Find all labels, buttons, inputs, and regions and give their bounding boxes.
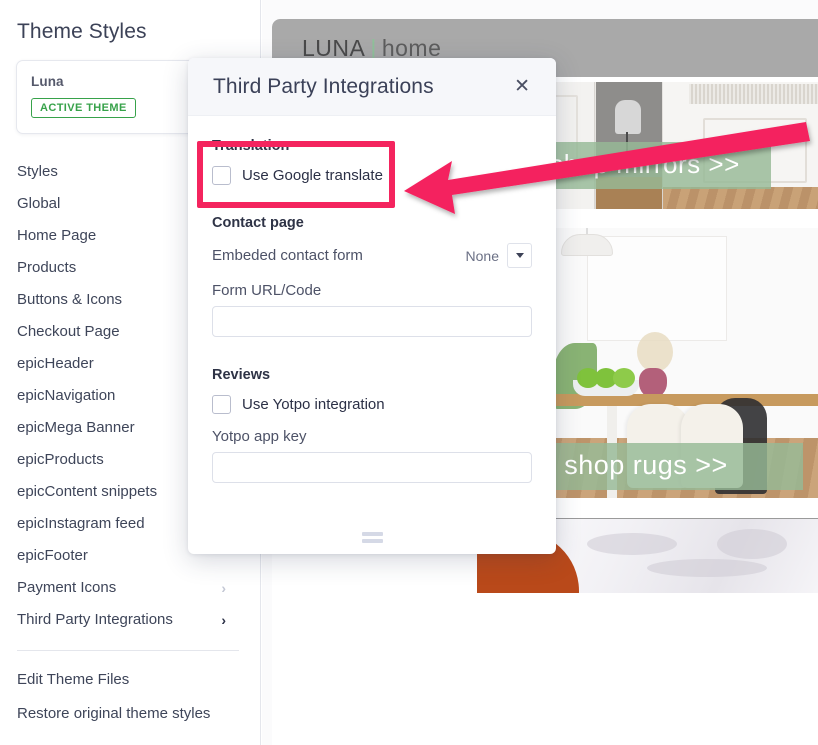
section-heading-translation: Translation — [212, 138, 290, 154]
sidebar-item-label: epicInstagram feed — [17, 515, 145, 532]
sidebar-item-payment-icons[interactable]: Payment Icons › — [16, 572, 244, 604]
sidebar-item-label: epicFooter — [17, 547, 88, 564]
sale-badge-label: 20-30% — [477, 591, 570, 593]
modal-body: Translation Use Google translate Contact… — [188, 116, 556, 483]
sidebar-item-edit-theme-files[interactable]: Edit Theme Files — [16, 663, 244, 697]
embeded-contact-form-select[interactable]: None — [466, 243, 532, 268]
decor-towel-fold — [587, 533, 677, 555]
decor-pendant-lamp — [561, 234, 613, 256]
store-logo-divider: | — [370, 34, 377, 61]
use-google-translate-checkbox[interactable] — [212, 166, 231, 185]
resize-handle-bar — [361, 539, 383, 543]
sidebar-item-label: epicHeader — [17, 355, 94, 372]
app-root: Theme Styles Luna ACTIVE THEME Styles Gl… — [0, 0, 818, 745]
sidebar-item-label: Home Page — [17, 227, 97, 244]
use-google-translate-label: Use Google translate — [242, 167, 383, 184]
page-title: Theme Styles — [17, 20, 147, 43]
sidebar-divider — [17, 650, 239, 651]
modal-title: Third Party Integrations — [213, 74, 434, 98]
sidebar-item-label: epicProducts — [17, 451, 104, 468]
third-party-integrations-modal: Third Party Integrations ✕ Translation U… — [188, 58, 556, 554]
yotpo-integration-row[interactable]: Use Yotpo integration — [212, 395, 532, 414]
sidebar-footer-nav: Edit Theme Files Restore original theme … — [16, 663, 244, 731]
section-heading-contact-page: Contact page — [212, 215, 304, 231]
embeded-contact-form-label: Embeded contact form — [212, 247, 363, 264]
modal-header: Third Party Integrations ✕ — [188, 58, 556, 116]
decor-towel-fold — [647, 559, 767, 577]
decor-chair — [615, 100, 641, 134]
sidebar-item-label: Restore original theme styles — [17, 705, 211, 722]
use-yotpo-integration-label: Use Yotpo integration — [242, 396, 385, 413]
sidebar-item-label: epicNavigation — [17, 387, 116, 404]
yotpo-app-key-input[interactable] — [212, 452, 532, 483]
use-yotpo-integration-checkbox[interactable] — [212, 395, 231, 414]
embeded-contact-form-row: Embeded contact form None — [212, 243, 532, 268]
sidebar-item-third-party-integrations[interactable]: Third Party Integrations › — [16, 604, 244, 636]
decor-towel-fold — [717, 529, 787, 559]
sidebar-item-label: Edit Theme Files — [17, 671, 130, 688]
sidebar-item-label: Payment Icons — [17, 579, 117, 596]
sidebar-item-label: Third Party Integrations — [17, 611, 173, 628]
decor-apple — [613, 368, 635, 388]
store-logo-main: LUNA — [302, 34, 366, 61]
form-url-label: Form URL/Code — [212, 282, 322, 299]
sidebar-item-label: Products — [17, 259, 77, 276]
chevron-right-icon: › — [221, 612, 226, 628]
chevron-right-icon: › — [221, 580, 226, 596]
embeded-contact-form-value: None — [465, 247, 499, 264]
sidebar-item-label: epicMega Banner — [17, 419, 135, 436]
sidebar-item-label: Buttons & Icons — [17, 291, 123, 308]
modal-resize-handle[interactable] — [188, 532, 556, 543]
decor-dried-stems — [637, 332, 673, 372]
chevron-down-icon[interactable] — [507, 243, 532, 268]
status-badge: ACTIVE THEME — [31, 98, 136, 118]
sidebar-item-label: Styles — [17, 163, 58, 180]
decor-fluted-trim — [689, 84, 818, 104]
sidebar-item-label: epicContent snippets — [17, 483, 158, 500]
section-heading-reviews: Reviews — [212, 367, 271, 383]
form-url-input[interactable] — [212, 306, 532, 337]
sidebar-item-label: Global — [17, 195, 61, 212]
sidebar-item-label: Checkout Page — [17, 323, 120, 340]
sidebar-item-restore-original-theme-styles[interactable]: Restore original theme styles — [16, 697, 244, 731]
google-translate-row[interactable]: Use Google translate — [212, 166, 532, 185]
close-icon[interactable]: ✕ — [506, 71, 538, 102]
decor-floor-right — [663, 187, 818, 209]
banner-cta-label[interactable]: shop mirrors >> — [519, 142, 771, 189]
yotpo-app-key-label: Yotpo app key — [212, 428, 307, 445]
store-logo-sub: home — [381, 34, 442, 61]
resize-handle-bar — [361, 532, 383, 536]
